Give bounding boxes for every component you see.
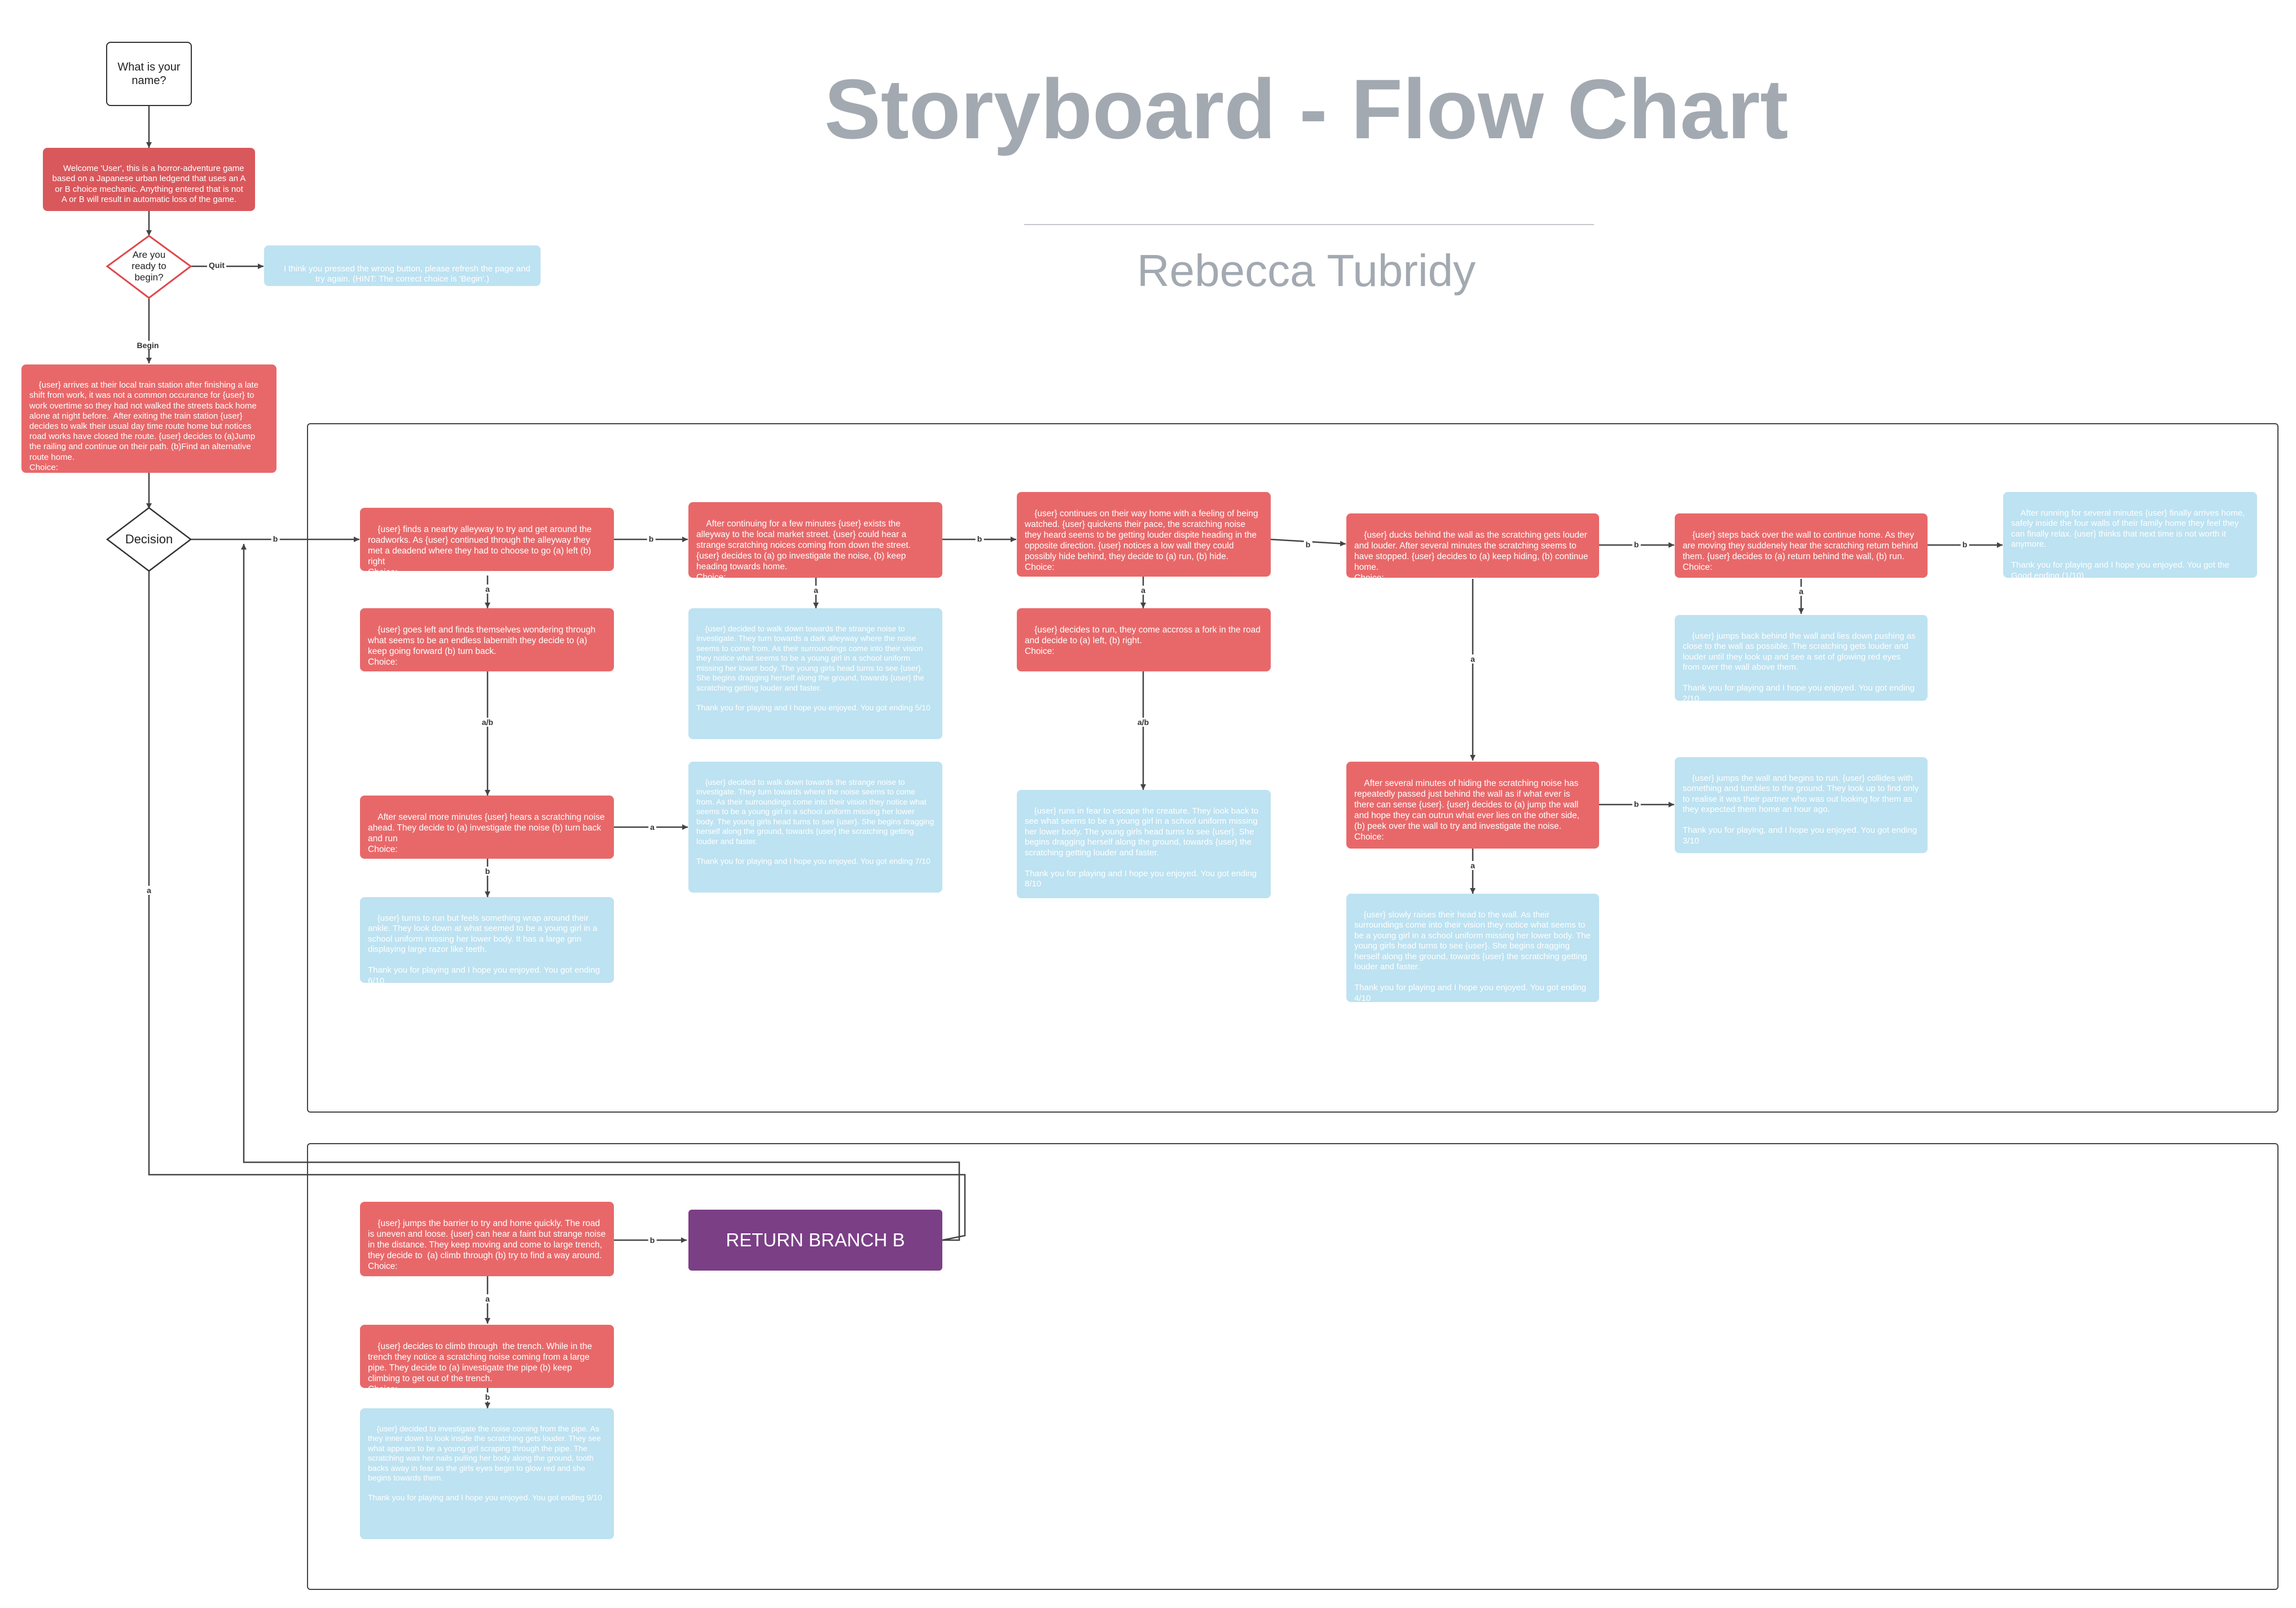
fork-road-box: {user} decides to run, they come accross… [1017,608,1271,671]
edge-label-b: b [483,867,492,876]
left-labyrinth-text: {user} goes left and finds themselves wo… [368,625,596,667]
edge-label-a: a [1469,654,1477,664]
jump-barrier-box: {user} jumps the barrier to try and home… [360,1202,614,1276]
edge-label-b: b [483,1392,492,1401]
hiding-long-box: After several minutes of hiding the scra… [1346,762,1599,849]
edge-label-b: b [271,534,280,543]
name-question-text: What is your name? [117,61,184,87]
ending-8-text: {user} runs in fear to escape the creatu… [1025,806,1259,889]
welcome-text: Welcome 'User', this is a horror-adventu… [52,163,248,205]
ending-8-box: {user} runs in fear to escape the creatu… [1017,790,1271,898]
edge-label-a: a [145,886,153,895]
ending-4-text: {user} slowly raises their head to the w… [1354,910,1591,1003]
edge-label-b: b [1632,799,1641,809]
ending-9-box: {user} decided to investigate the noise … [360,1408,614,1539]
alleyway-text: {user} finds a nearby alleyway to try an… [368,525,592,571]
watched-text: {user} continues on their way home with … [1025,509,1258,572]
ending-9-text: {user} decided to investigate the noise … [368,1424,602,1502]
alleyway-box: {user} finds a nearby alleyway to try an… [360,508,614,571]
page-title: Storyboard - Flow Chart [824,61,1789,156]
edge-label-a: a [484,1294,491,1303]
wrong-button-box: I think you pressed the wrong button, pl… [264,245,541,286]
return-branch-b-button[interactable]: RETURN BRANCH B [688,1210,942,1271]
ending-5-text: {user} decided to walk down towards the … [696,623,930,712]
left-labyrinth-box: {user} goes left and finds themselves wo… [360,608,614,671]
ending-3-box: {user} jumps the wall and begins to run.… [1675,757,1928,853]
welcome-box: Welcome 'User', this is a horror-adventu… [43,148,255,211]
ending-7-text: {user} decided to walk down towards the … [696,777,934,865]
edge-label-a: a [484,585,491,594]
edge-label-a: a [812,586,820,595]
arrival-text: {user} arrives at their local train stat… [29,380,259,472]
return-branch-b-label: RETURN BRANCH B [726,1229,905,1250]
edge-label-b: b [648,1236,657,1245]
flowchart-canvas: Storyboard - Flow Chart Rebecca Tubridy … [0,0,2296,1608]
hiding-long-text: After several minutes of hiding the scra… [1354,779,1579,842]
ending-5-box: {user} decided to walk down towards the … [688,608,942,739]
fork-road-text: {user} decides to run, they come accross… [1025,625,1261,656]
climb-trench-text: {user} decides to climb through the tren… [368,1342,592,1388]
author-name: Rebecca Tubridy [1136,245,1476,296]
ending-2-text: {user} jumps back behind the wall and li… [1683,631,1916,701]
ending-7-box: {user} decided to walk down towards the … [688,762,942,893]
watched-box: {user} continues on their way home with … [1017,492,1271,577]
step-back-text: {user} steps back over the wall to conti… [1683,530,1919,572]
name-question-box: What is your name? [106,42,192,106]
duck-wall-text: {user} ducks behind the wall as the scra… [1354,530,1588,578]
edge-label-b: b [1632,540,1641,549]
ending-good-text: After running for several minutes {user}… [2011,508,2245,578]
edge-label-a: a [1469,861,1477,870]
ending-3-text: {user} jumps the wall and begins to run.… [1683,773,1919,846]
arrival-box: {user} arrives at their local train stat… [21,364,276,473]
edge-label-ab: a/b [480,718,495,727]
duck-wall-box: {user} ducks behind the wall as the scra… [1346,513,1599,578]
scratching-ahead-text: After several more minutes {user} hears … [368,812,605,854]
ending-4-box: {user} slowly raises their head to the w… [1346,894,1599,1002]
jump-barrier-text: {user} jumps the barrier to try and home… [368,1219,606,1271]
ending-6-text: {user} turns to run but feels something … [368,913,600,983]
step-back-box: {user} steps back over the wall to conti… [1675,513,1928,578]
edge-label-a: a [648,823,656,832]
edge-label-b: b [975,534,984,543]
edge-label-b: b [647,534,656,543]
ending-2-box: {user} jumps back behind the wall and li… [1675,615,1928,701]
wrong-button-text: I think you pressed the wrong button, pl… [283,263,533,284]
edge-label-a: a [1797,587,1805,596]
edge-label-b: b [1960,540,1969,549]
climb-trench-box: {user} decides to climb through the tren… [360,1325,614,1388]
ending-6-box: {user} turns to run but feels something … [360,897,614,983]
ending-good-box: After running for several minutes {user}… [2003,492,2257,578]
scratching-ahead-box: After several more minutes {user} hears … [360,796,614,859]
title-divider [1024,224,1594,225]
edge-label-quit: Quit [207,261,226,270]
edge-label-ab: a/b [1135,718,1151,727]
edge-label-begin: Begin [135,341,161,350]
edge-label-a: a [1139,586,1147,595]
market-street-box: After continuing for a few minutes {user… [688,502,942,578]
market-street-text: After continuing for a few minutes {user… [696,519,911,578]
edge-label-b: b [1303,540,1312,549]
ready-question-text: Are you ready to begin? [131,249,166,283]
decision-text: Decision [125,532,173,546]
